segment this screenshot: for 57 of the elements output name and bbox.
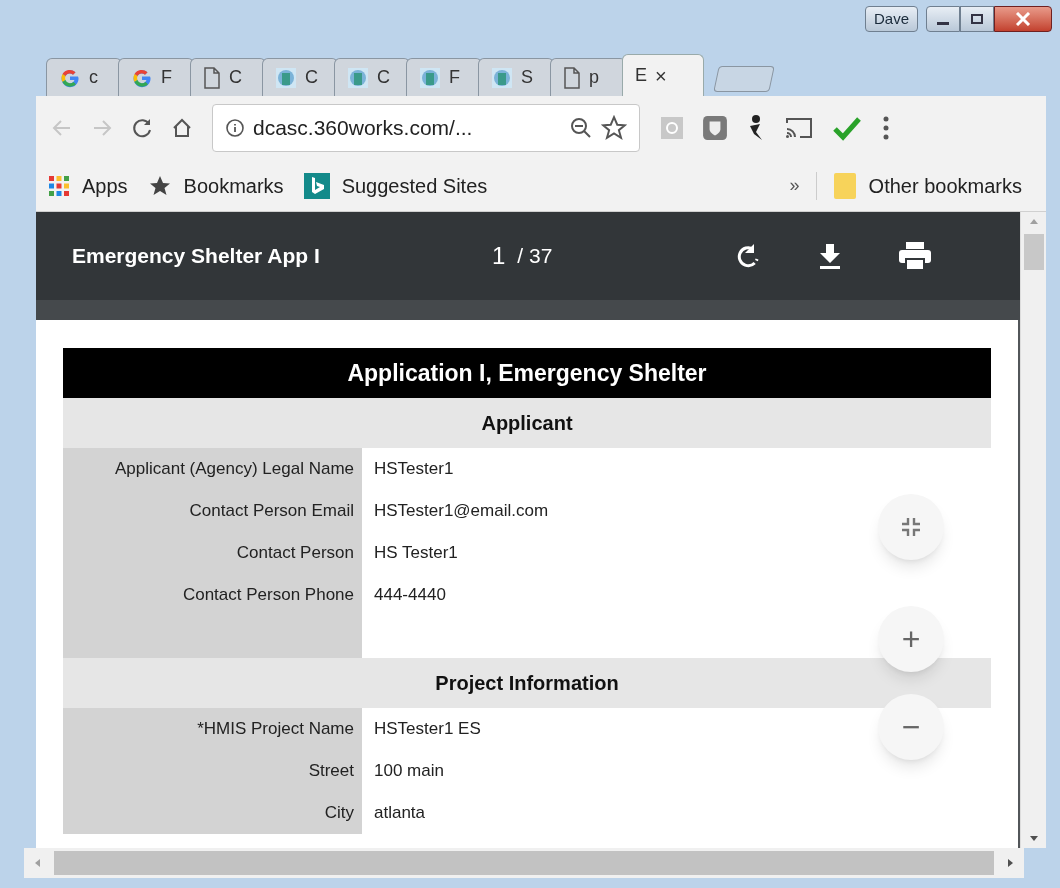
browser-tab[interactable]: E × xyxy=(622,54,704,96)
url-text: dcasc.360works.com/... xyxy=(253,115,474,142)
field-label: City xyxy=(63,792,362,834)
field-value: 444-4440 xyxy=(374,584,446,607)
maximize-button[interactable] xyxy=(960,6,994,32)
close-button[interactable] xyxy=(994,6,1052,32)
bing-icon xyxy=(303,172,330,199)
zoom-out-icon[interactable] xyxy=(569,116,593,140)
field-label: Contact Person Email xyxy=(63,490,362,532)
tab-close-button[interactable]: × xyxy=(655,60,667,91)
shrink-icon xyxy=(900,516,922,538)
checkmark-icon[interactable] xyxy=(832,115,862,141)
folder-icon xyxy=(832,170,857,201)
bookmark-item[interactable]: Bookmarks xyxy=(147,170,284,201)
vertical-scrollbar[interactable] xyxy=(1020,212,1046,848)
section-heading: Applicant xyxy=(63,398,991,448)
field-value: 100 main xyxy=(374,760,444,783)
browser-tab[interactable]: c xyxy=(46,58,122,96)
cast-icon[interactable] xyxy=(784,115,814,141)
page-number-field[interactable]: 1 xyxy=(492,238,506,274)
star-icon[interactable] xyxy=(601,115,627,141)
scrollbar-thumb[interactable] xyxy=(1023,234,1044,270)
profile-button[interactable]: Dave xyxy=(864,6,918,32)
bookmark-item[interactable]: Suggested Sites xyxy=(303,170,488,201)
field-value: atlanta xyxy=(374,802,426,825)
field-label: Applicant (Agency) Legal Name xyxy=(63,448,362,490)
document-title: Emergency Shelter App I xyxy=(72,243,321,270)
shield-icon[interactable] xyxy=(702,115,728,141)
apps-icon xyxy=(48,174,70,197)
figure-icon xyxy=(275,66,297,89)
horizontal-scrollbar[interactable] xyxy=(24,848,1024,878)
table-title: Application I, Emergency Shelter xyxy=(63,348,991,398)
close-icon xyxy=(1015,12,1031,26)
print-icon[interactable] xyxy=(898,242,932,270)
figure-icon xyxy=(347,66,369,89)
field-value: HSTester1 ES xyxy=(374,718,481,741)
field-value: HSTester1@email.com xyxy=(374,500,549,523)
document-icon xyxy=(563,66,581,89)
address-bar[interactable]: dcasc.360works.com/... xyxy=(212,104,640,152)
field-label: Contact Person Phone xyxy=(63,574,362,616)
figure-icon xyxy=(419,66,441,89)
figure-icon xyxy=(491,66,513,89)
minimize-button[interactable] xyxy=(926,6,960,32)
info-icon xyxy=(225,118,245,138)
section-heading: Project Information xyxy=(63,658,991,708)
field-value: HSTester1 xyxy=(374,458,454,481)
field-value: HS Tester1 xyxy=(374,542,458,565)
field-label: *HMIS Project Name xyxy=(63,708,362,750)
page-count: / 37 xyxy=(517,243,553,270)
other-bookmarks-button[interactable]: Other bookmarks xyxy=(832,170,1034,201)
document-icon xyxy=(203,66,221,89)
field-label: Contact Person xyxy=(63,532,362,574)
scrollbar-thumb[interactable] xyxy=(54,851,994,875)
bookmarks-overflow-button[interactable]: » xyxy=(789,172,800,199)
download-icon[interactable] xyxy=(818,243,842,269)
field-label: Street xyxy=(63,750,362,792)
bookmark-item[interactable]: Apps xyxy=(48,170,128,201)
